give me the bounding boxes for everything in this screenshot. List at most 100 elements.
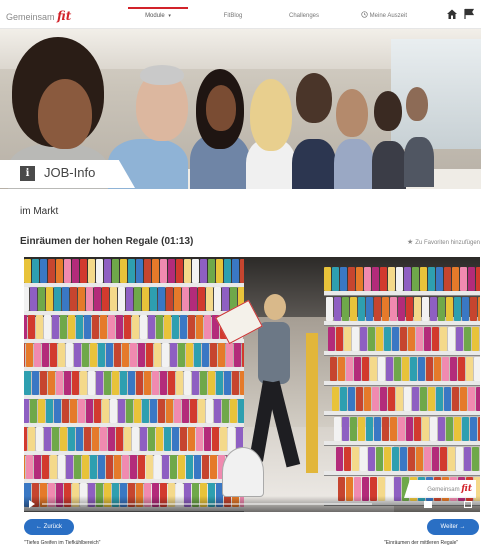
shelf-product — [106, 455, 113, 479]
shelf-product — [366, 297, 373, 321]
star-icon: ★ — [407, 239, 414, 246]
shelf-product — [106, 343, 113, 367]
shelf-product — [204, 315, 211, 339]
flag-icon[interactable] — [463, 8, 475, 20]
shelf-product — [344, 327, 351, 351]
shelf-product — [420, 267, 427, 291]
shelf-product-row — [24, 427, 244, 453]
shelf-product — [202, 455, 209, 479]
shelf-product — [154, 343, 161, 367]
shelf-product — [34, 343, 41, 367]
shelf-product — [172, 315, 179, 339]
shelf-product — [160, 259, 167, 283]
volume-icon[interactable] — [424, 501, 432, 508]
shelf-product — [344, 447, 351, 471]
shelf-product — [90, 455, 97, 479]
shelf-product — [92, 427, 99, 451]
shelf-product — [124, 315, 131, 339]
shelf-product — [222, 399, 229, 423]
shelf-product — [424, 327, 431, 351]
fullscreen-icon[interactable] — [464, 501, 472, 508]
shelf-product — [152, 371, 159, 395]
shelf-product — [100, 315, 107, 339]
shelf-product — [448, 327, 455, 351]
add-to-favorites-button[interactable]: ★ Zu Favoriten hinzufügen — [407, 238, 480, 246]
shelf-product — [224, 259, 231, 283]
shelf-product — [438, 417, 445, 441]
shelf-product — [178, 343, 185, 367]
shelf-product — [392, 327, 399, 351]
shelf-product — [354, 357, 361, 381]
shelf-product-row — [330, 357, 480, 383]
shelf-product — [138, 455, 145, 479]
next-button[interactable]: Weiter → — [427, 519, 479, 535]
tab-meine-auszeit[interactable]: Meine Auszeit — [352, 9, 416, 23]
shelf-product — [396, 267, 403, 291]
shelf-product — [128, 371, 135, 395]
shelf-product — [24, 399, 29, 423]
shelf-product — [358, 297, 365, 321]
shelf-product — [26, 455, 33, 479]
brand-prefix: Gemeinsam — [6, 12, 55, 22]
shelf-product — [232, 371, 239, 395]
video-progress-bar[interactable] — [42, 503, 372, 505]
shelf-product — [424, 447, 431, 471]
shelf-product — [152, 259, 159, 283]
shelf-product — [196, 315, 203, 339]
back-button[interactable]: ← Zurück — [24, 519, 74, 535]
shelf-product — [134, 287, 141, 311]
shelf-product — [30, 287, 37, 311]
shelf-product — [70, 399, 77, 423]
shelf-product — [216, 259, 223, 283]
worker-figure — [215, 287, 314, 512]
shelf-product — [392, 447, 399, 471]
shelf-product — [122, 455, 129, 479]
shelf-product — [356, 267, 363, 291]
tab-challenges[interactable]: Challenges — [276, 9, 332, 23]
shelf-product — [140, 427, 147, 451]
top-navigation: Gemeinsam fit Module ▾ FitBlog Challenge… — [0, 0, 481, 29]
shelf-product — [42, 455, 49, 479]
tab-meine-auszeit-label: Meine Auszeit — [369, 13, 408, 19]
shelf-product — [426, 357, 433, 381]
shelf-product — [104, 259, 111, 283]
video-player[interactable]: Gemeinsam fit — [24, 257, 480, 512]
shelf-product — [326, 297, 333, 321]
shelf-product — [40, 259, 47, 283]
shelf-product — [464, 447, 471, 471]
tab-module[interactable]: Module ▾ — [128, 7, 188, 23]
shelf-product — [350, 417, 357, 441]
shelf-product — [444, 267, 451, 291]
shelf-product — [418, 357, 425, 381]
play-icon[interactable] — [29, 500, 35, 508]
shelf-product — [90, 343, 97, 367]
shelf-product — [404, 387, 411, 411]
tab-challenges-label: Challenges — [288, 13, 320, 19]
shelf-product — [74, 455, 81, 479]
shelf-product — [340, 387, 347, 411]
shelf-product — [94, 287, 101, 311]
shelf-product — [456, 327, 463, 351]
shelf-product — [214, 287, 221, 311]
shelf-product — [28, 427, 35, 451]
shelf-product — [432, 327, 439, 351]
brand-logo[interactable]: Gemeinsam fit — [6, 8, 102, 24]
shelf-product — [24, 455, 25, 479]
shelf-cart — [306, 333, 318, 473]
shelf-product — [26, 343, 33, 367]
shelf-product — [422, 297, 429, 321]
shelf-product — [120, 371, 127, 395]
tab-fitblog[interactable]: FitBlog — [210, 9, 256, 23]
shelf-product — [430, 417, 437, 441]
shelf-product — [414, 417, 421, 441]
shelf-product — [348, 267, 355, 291]
shelf-product — [144, 371, 151, 395]
shelf-product — [50, 455, 57, 479]
home-icon[interactable] — [446, 8, 458, 20]
shelf-product — [194, 343, 201, 367]
shelf-product — [24, 427, 27, 451]
watermark-prefix: Gemeinsam — [427, 487, 460, 493]
shelf-product — [174, 399, 181, 423]
shelf-product — [372, 387, 379, 411]
shelf-product — [24, 343, 25, 367]
